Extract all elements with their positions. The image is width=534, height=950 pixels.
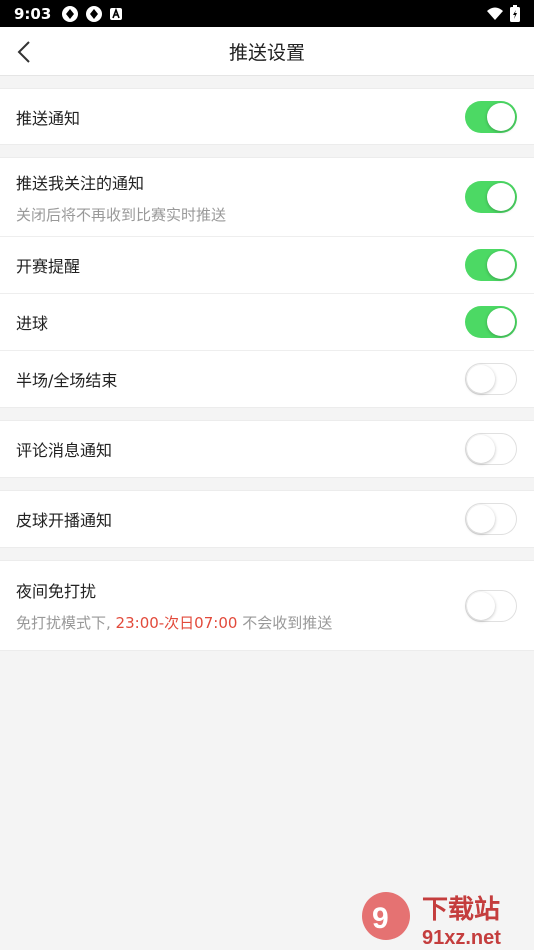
setting-row-goal[interactable]: 进球	[0, 294, 534, 351]
setting-label: 推送通知	[16, 108, 81, 128]
setting-row-half-full-time[interactable]: 半场/全场结束	[0, 351, 534, 407]
setting-label: 开赛提醒	[16, 257, 81, 276]
live-notification-toggle[interactable]	[465, 503, 517, 535]
wifi-icon	[487, 7, 503, 20]
status-time: 9:03	[14, 4, 52, 23]
setting-description: 免打扰模式下, 23:00-次日07:00 不会收到推送	[16, 614, 333, 632]
push-notification-toggle[interactable]	[465, 100, 517, 133]
setting-label: 夜间免打扰	[16, 582, 97, 601]
setting-label: 皮球开播通知	[16, 511, 113, 530]
setting-row-match-start[interactable]: 开赛提醒	[0, 237, 534, 294]
notification-a-icon	[110, 7, 123, 20]
navigation-bar: 推送设置	[0, 27, 534, 76]
followed-notification-toggle[interactable]	[465, 181, 517, 213]
comment-notification-toggle[interactable]	[465, 433, 517, 465]
notification-app-icon	[86, 5, 103, 22]
setting-label: 进球	[16, 314, 49, 333]
status-bar: 9:03	[0, 0, 534, 27]
watermark-domain: 91xz.net	[422, 927, 501, 949]
watermark-logo: 9 下载站 91xz.net	[362, 892, 501, 949]
setting-description: 关闭后将不再收到比赛实时推送	[16, 205, 227, 224]
match-start-toggle[interactable]	[465, 249, 517, 281]
setting-row-push-notification[interactable]: 推送通知	[0, 89, 534, 144]
do-not-disturb-toggle[interactable]	[465, 589, 517, 622]
settings-group-comment: 评论消息通知	[0, 420, 534, 478]
battery-icon	[510, 5, 520, 22]
notification-app-icon	[62, 5, 79, 22]
half-full-time-toggle[interactable]	[465, 363, 517, 395]
setting-row-do-not-disturb[interactable]: 夜间免打扰 免打扰模式下, 23:00-次日07:00 不会收到推送	[0, 561, 534, 650]
setting-row-followed-notification[interactable]: 推送我关注的通知 关闭后将不再收到比赛实时推送	[0, 158, 534, 237]
setting-row-comment-notification[interactable]: 评论消息通知	[0, 421, 534, 477]
goal-toggle[interactable]	[465, 306, 517, 338]
quiet-hours-range: 23:00-次日07:00	[115, 614, 238, 632]
settings-group-night: 夜间免打扰 免打扰模式下, 23:00-次日07:00 不会收到推送	[0, 560, 534, 651]
svg-text:9: 9	[372, 902, 389, 935]
watermark-brand: 下载站	[422, 895, 500, 925]
settings-group-push: 推送通知	[0, 88, 534, 145]
setting-label: 评论消息通知	[16, 441, 113, 460]
setting-label: 推送我关注的通知	[16, 173, 145, 193]
setting-row-live-notification[interactable]: 皮球开播通知	[0, 491, 534, 547]
settings-group-follow: 推送我关注的通知 关闭后将不再收到比赛实时推送 开赛提醒 进球 半场/全场结束	[0, 157, 534, 408]
page-title: 推送设置	[228, 41, 305, 64]
back-arrow-icon[interactable]	[14, 39, 38, 65]
settings-group-live: 皮球开播通知	[0, 490, 534, 548]
setting-label: 半场/全场结束	[16, 371, 118, 390]
